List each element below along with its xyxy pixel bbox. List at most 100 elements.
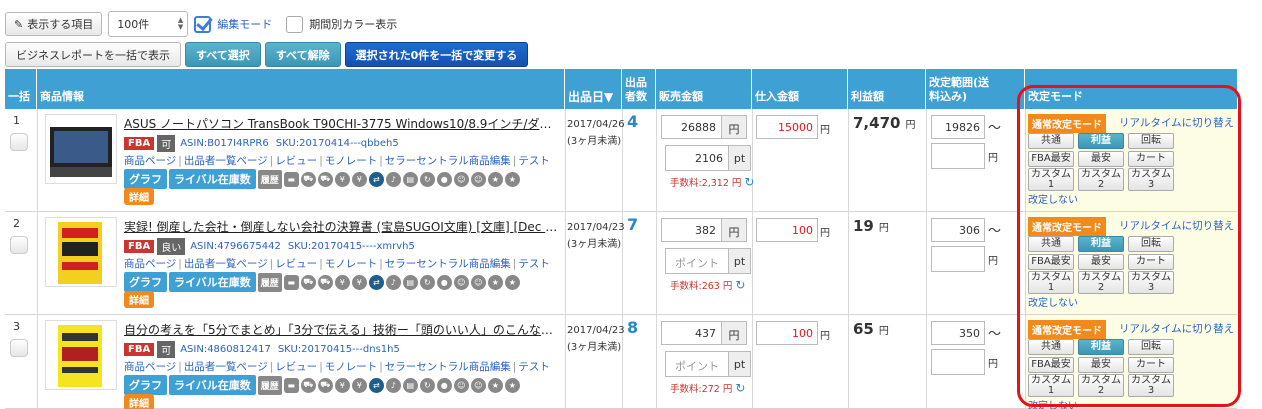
- realtime-switch-link[interactable]: リアルタイムに切り替え: [1119, 115, 1234, 130]
- asin-link[interactable]: ASIN:B017I4RPR6: [180, 138, 269, 149]
- yen-icon[interactable]: ¥: [334, 377, 350, 393]
- printer-icon[interactable]: ▤: [402, 274, 418, 290]
- edit-mode-checkbox[interactable]: [194, 15, 212, 33]
- mode-cart-button[interactable]: カート: [1128, 357, 1174, 373]
- row-checkbox[interactable]: [10, 339, 28, 357]
- asin-link[interactable]: ASIN:4796675442: [190, 241, 281, 252]
- person-icon[interactable]: ●: [436, 171, 452, 187]
- monorate-link[interactable]: モノレート: [325, 361, 378, 373]
- graph-button[interactable]: グラフ: [124, 169, 167, 189]
- product-thumbnail[interactable]: [45, 320, 117, 390]
- mode-custom2-button[interactable]: カスタム 2: [1078, 271, 1124, 294]
- header-date[interactable]: 出品日▼: [565, 69, 622, 109]
- yen-icon[interactable]: ¥: [334, 274, 350, 290]
- cart-icon[interactable]: ⛟: [300, 274, 316, 290]
- product-thumbnail[interactable]: [45, 217, 117, 287]
- mode-lowest-button[interactable]: 最安: [1078, 151, 1124, 167]
- product-page-link[interactable]: 商品ページ: [124, 361, 176, 373]
- mode-custom3-button[interactable]: カスタム 3: [1128, 374, 1174, 397]
- cart-icon[interactable]: ⛟: [300, 171, 316, 187]
- cart-icon[interactable]: ⛟: [300, 377, 316, 393]
- folder-icon[interactable]: ▬: [283, 274, 299, 290]
- mode-common-button[interactable]: 共通: [1028, 339, 1074, 355]
- mode-fba-lowest-button[interactable]: FBA最安: [1028, 357, 1074, 373]
- face-alt-icon[interactable]: ☺: [470, 171, 486, 187]
- mode-custom3-button[interactable]: カスタム 3: [1128, 168, 1174, 191]
- person-icon[interactable]: ●: [436, 274, 452, 290]
- mode-fba-lowest-button[interactable]: FBA最安: [1028, 254, 1074, 270]
- person-icon[interactable]: ●: [436, 377, 452, 393]
- product-title-link[interactable]: 自分の考えを「5分でまとめ」「3分で伝える」技術ー「頭のいい人」のこんなにシンプ…: [124, 321, 561, 338]
- sync-icon[interactable]: ⇄: [368, 171, 384, 187]
- star-alt-icon[interactable]: ★: [504, 274, 520, 290]
- row-checkbox[interactable]: [10, 133, 28, 151]
- detail-button[interactable]: 詳細: [124, 188, 154, 205]
- sync-icon[interactable]: ⇄: [368, 377, 384, 393]
- yen-icon[interactable]: ¥: [334, 171, 350, 187]
- mode-custom1-button[interactable]: カスタム 1: [1028, 168, 1074, 191]
- seller-count[interactable]: 8: [627, 318, 638, 337]
- rival-stock-button[interactable]: ライバル在庫数: [169, 272, 256, 292]
- cost-input[interactable]: 100: [756, 321, 818, 345]
- realtime-switch-link[interactable]: リアルタイムに切り替え: [1119, 218, 1234, 233]
- bell-icon[interactable]: ♪: [385, 274, 401, 290]
- refresh-icon[interactable]: ↻: [419, 377, 435, 393]
- test-link[interactable]: テスト: [518, 258, 550, 270]
- listing-page-link[interactable]: 出品者一覧ページ: [184, 361, 268, 373]
- asin-link[interactable]: ASIN:4860812417: [180, 344, 271, 355]
- mode-cart-button[interactable]: カート: [1128, 254, 1174, 270]
- review-link[interactable]: レビュー: [275, 361, 317, 373]
- deselect-all-button[interactable]: すべて解除: [264, 42, 341, 67]
- mode-lowest-button[interactable]: 最安: [1078, 254, 1124, 270]
- mode-custom3-button[interactable]: カスタム 3: [1128, 271, 1174, 294]
- star-alt-icon[interactable]: ★: [504, 377, 520, 393]
- graph-button[interactable]: グラフ: [124, 375, 167, 395]
- bell-icon[interactable]: ♪: [385, 377, 401, 393]
- mode-rotation-button[interactable]: 回転: [1128, 236, 1174, 252]
- point-input[interactable]: ポイント pt: [665, 351, 751, 377]
- history-button[interactable]: 履歴: [257, 375, 282, 395]
- business-report-button[interactable]: ビジネスレポートを一括で表示: [5, 42, 181, 67]
- mode-custom2-button[interactable]: カスタム 2: [1078, 168, 1124, 191]
- cart-alt-icon[interactable]: ⛟: [317, 274, 333, 290]
- mode-common-button[interactable]: 共通: [1028, 236, 1074, 252]
- listing-page-link[interactable]: 出品者一覧ページ: [184, 258, 268, 270]
- graph-button[interactable]: グラフ: [124, 272, 167, 292]
- sync-icon[interactable]: ⇄: [368, 274, 384, 290]
- star-icon[interactable]: ★: [487, 274, 503, 290]
- monorate-link[interactable]: モノレート: [325, 155, 378, 167]
- rival-stock-button[interactable]: ライバル在庫数: [169, 169, 256, 189]
- normal-mode-badge[interactable]: 通常改定モード: [1028, 217, 1106, 236]
- range-min-input[interactable]: 350: [931, 321, 985, 345]
- product-page-link[interactable]: 商品ページ: [124, 258, 176, 270]
- seller-count[interactable]: 7: [627, 215, 638, 234]
- mode-profit-button[interactable]: 利益: [1078, 133, 1124, 149]
- yen-alt-icon[interactable]: ¥: [351, 377, 367, 393]
- folder-icon[interactable]: ▬: [283, 171, 299, 187]
- mode-custom1-button[interactable]: カスタム 1: [1028, 374, 1074, 397]
- range-max-input[interactable]: [931, 246, 985, 272]
- range-max-input[interactable]: [931, 143, 985, 169]
- star-icon[interactable]: ★: [487, 171, 503, 187]
- review-link[interactable]: レビュー: [275, 258, 317, 270]
- mode-custom1-button[interactable]: カスタム 1: [1028, 271, 1074, 294]
- star-icon[interactable]: ★: [487, 377, 503, 393]
- mode-rotation-button[interactable]: 回転: [1128, 133, 1174, 149]
- mode-rotation-button[interactable]: 回転: [1128, 339, 1174, 355]
- bell-icon[interactable]: ♪: [385, 171, 401, 187]
- test-link[interactable]: テスト: [518, 361, 550, 373]
- realtime-switch-link[interactable]: リアルタイムに切り替え: [1119, 321, 1234, 336]
- no-revise-link[interactable]: 改定しない: [1028, 397, 1078, 409]
- refresh-icon[interactable]: ↻: [419, 274, 435, 290]
- printer-icon[interactable]: ▤: [402, 171, 418, 187]
- range-min-input[interactable]: 19826: [931, 115, 985, 139]
- refresh-icon[interactable]: ↻: [419, 171, 435, 187]
- yen-alt-icon[interactable]: ¥: [351, 171, 367, 187]
- star-alt-icon[interactable]: ★: [504, 171, 520, 187]
- product-page-link[interactable]: 商品ページ: [124, 155, 176, 167]
- cost-input[interactable]: 15000: [756, 115, 818, 139]
- refresh-fee-icon[interactable]: ↻: [735, 381, 745, 395]
- mode-custom2-button[interactable]: カスタム 2: [1078, 374, 1124, 397]
- detail-button[interactable]: 詳細: [124, 291, 154, 308]
- mode-fba-lowest-button[interactable]: FBA最安: [1028, 151, 1074, 167]
